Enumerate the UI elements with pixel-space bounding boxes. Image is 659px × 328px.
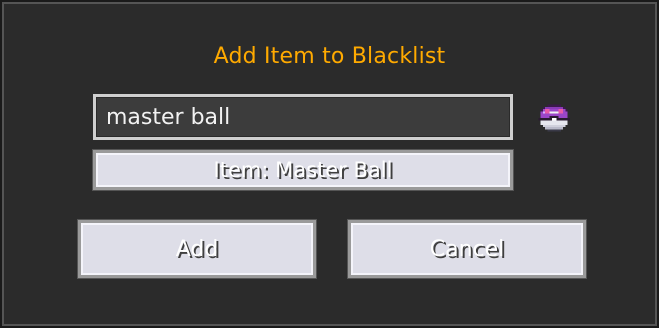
- add-button[interactable]: Add: [78, 220, 316, 278]
- add-to-blacklist-dialog: Add Item to Blacklist Item: Master Ball …: [0, 0, 659, 328]
- master-ball-icon: [538, 104, 570, 132]
- cancel-button[interactable]: Cancel: [348, 220, 586, 278]
- item-result-button[interactable]: Item: Master Ball: [93, 150, 513, 190]
- item-search-field[interactable]: [93, 94, 513, 140]
- dialog-title: Add Item to Blacklist: [213, 44, 446, 69]
- item-search-input[interactable]: [106, 97, 496, 137]
